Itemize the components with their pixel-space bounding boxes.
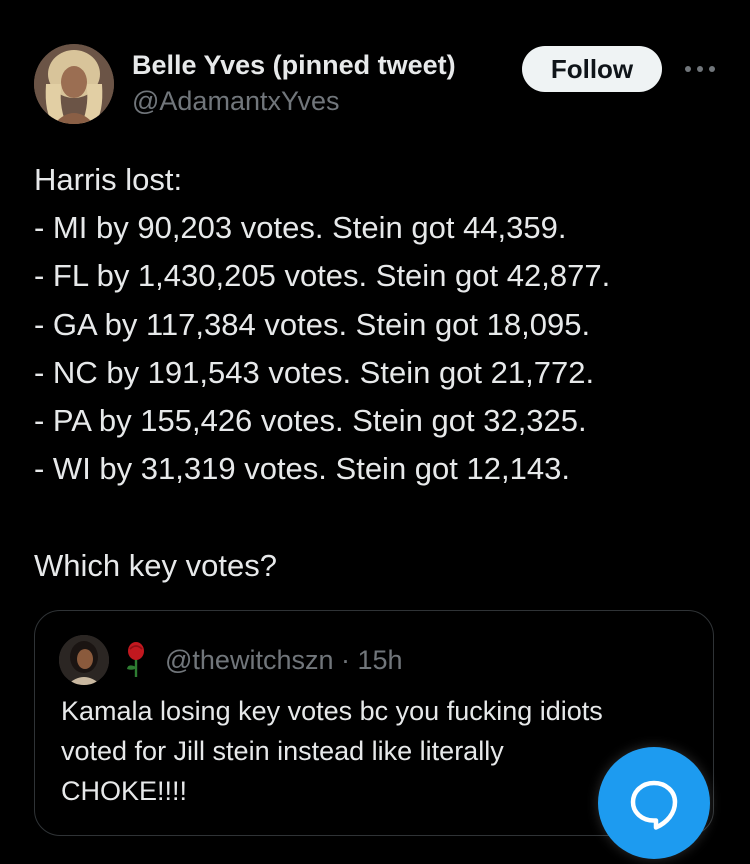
more-dots-icon (685, 66, 715, 72)
tweet-text-line: Harris lost: (34, 162, 183, 197)
tweet-text-line: - NC by 191,543 votes. Stein got 21,772. (34, 354, 595, 390)
tweet-text-line: - PA by 155,426 votes. Stein got 32,325. (34, 403, 587, 439)
quoted-author-avatar[interactable] (59, 635, 109, 685)
quoted-text-line: Kamala losing key votes bc you fucking i… (61, 696, 603, 726)
author-info: Belle Yves (pinned tweet) @AdamantxYves (132, 46, 512, 118)
author-display-name[interactable]: Belle Yves (pinned tweet) (132, 46, 512, 84)
avatar-photo (34, 44, 114, 124)
rose-emoji-icon (123, 641, 149, 679)
meta-separator: · (341, 645, 350, 675)
tweet-header: Belle Yves (pinned tweet) @AdamantxYves … (34, 44, 724, 128)
more-options-button[interactable] (680, 54, 720, 84)
new-message-bubble-icon (630, 780, 678, 830)
quoted-text-line: CHOKE!!!! (61, 776, 188, 806)
quoted-timestamp[interactable]: 15h (358, 645, 403, 675)
author-avatar[interactable] (34, 44, 114, 124)
author-handle[interactable]: @AdamantxYves (132, 84, 512, 118)
quoted-meta: @thewitchszn · 15h (165, 642, 403, 678)
tweet-text: Harris lost: - MI by 90,203 votes. Stein… (34, 156, 724, 590)
tweet-text-line: - WI by 31,319 votes. Stein got 12,143. (34, 451, 570, 487)
quoted-avatar-photo (59, 635, 109, 685)
quoted-text-line: voted for Jill stein instead like litera… (61, 736, 504, 766)
tweet-text-line: Which key votes? (34, 547, 277, 583)
new-message-button[interactable] (598, 747, 710, 859)
tweet-text-line: - GA by 117,384 votes. Stein got 18,095. (34, 306, 591, 342)
tweet: Belle Yves (pinned tweet) @AdamantxYves … (0, 0, 750, 864)
quoted-text: Kamala losing key votes bc you fucking i… (61, 691, 691, 811)
tweet-text-line: - FL by 1,430,205 votes. Stein got 42,87… (34, 258, 611, 294)
quoted-author-handle[interactable]: @thewitchszn (165, 645, 333, 675)
follow-button[interactable]: Follow (522, 46, 662, 92)
tweet-text-line: - MI by 90,203 votes. Stein got 44,359. (34, 210, 567, 246)
